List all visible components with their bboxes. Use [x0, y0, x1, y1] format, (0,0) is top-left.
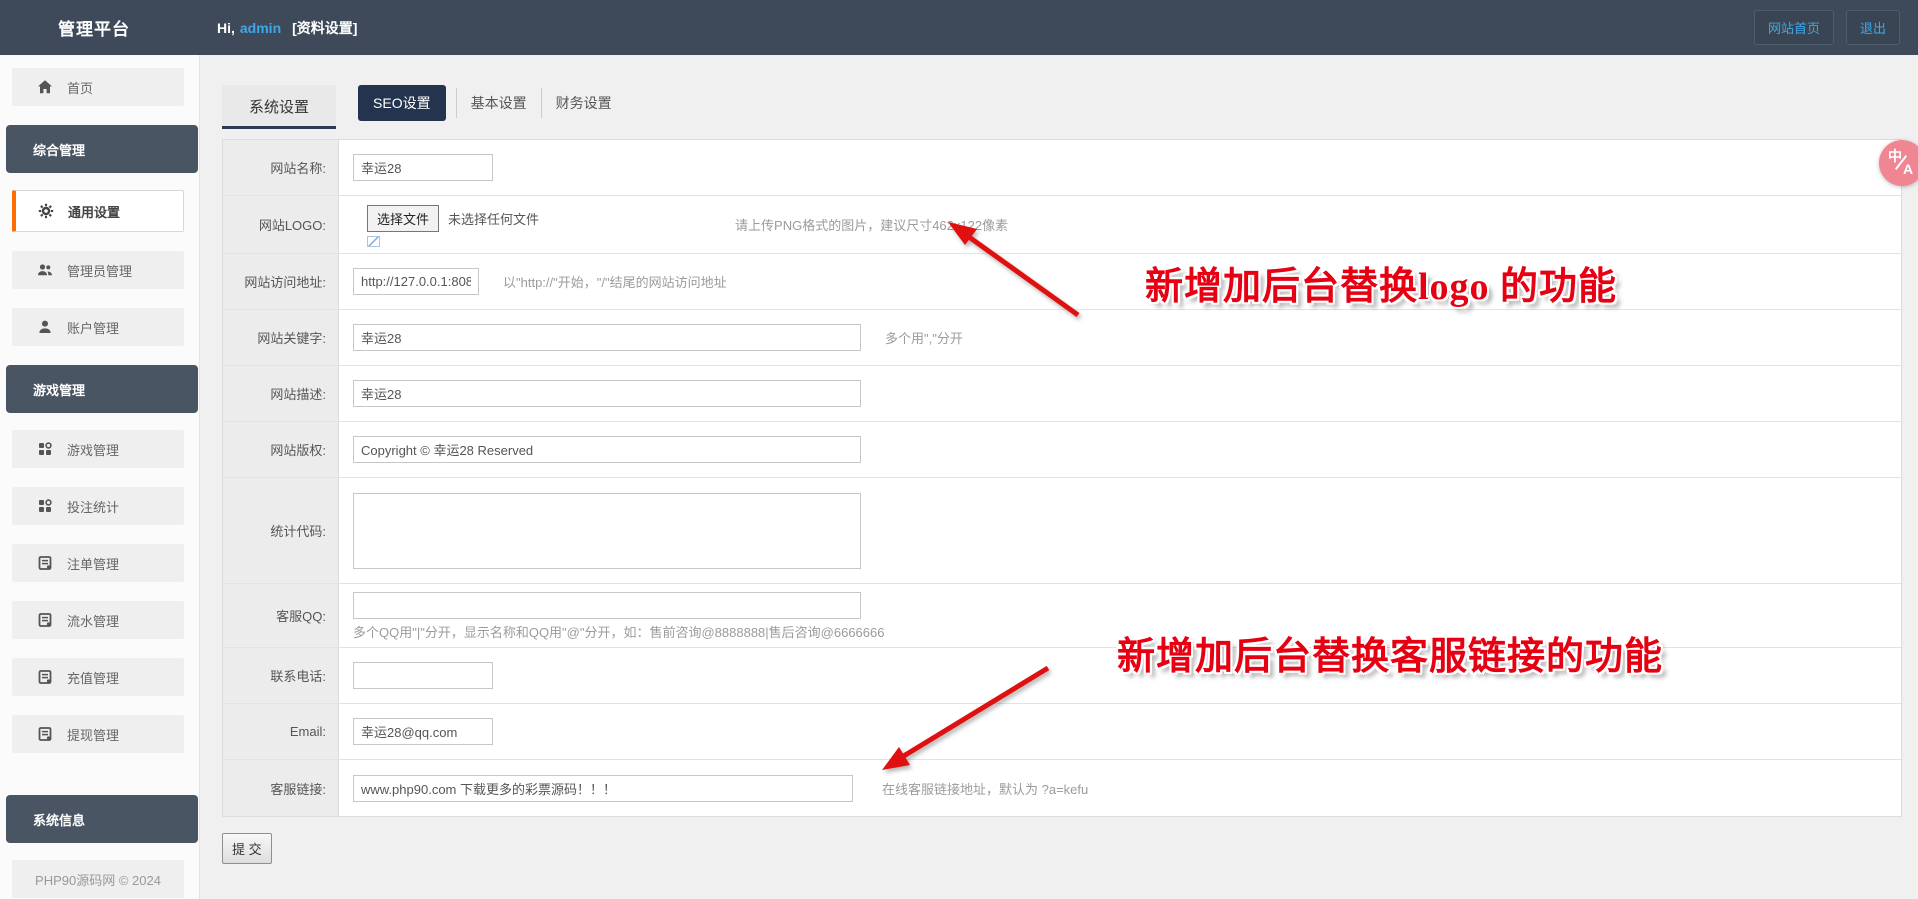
- logo-hint: 请上传PNG格式的图片，建议尺寸462x122像素: [735, 218, 1009, 233]
- sidebar-item-label: 充值管理: [67, 670, 120, 686]
- admin-panel: 管理平台 Hi, admin [资料设置] 网站首页 退出 首页 综合管理 通用…: [0, 0, 1918, 899]
- translate-badge-en: A: [1903, 161, 1914, 177]
- logout-button[interactable]: 退出: [1845, 10, 1900, 45]
- sidebar-item-account-management[interactable]: 账户管理: [12, 308, 184, 346]
- sidebar-section-general[interactable]: 综合管理: [6, 125, 198, 173]
- sidebar-item-label: 首页: [67, 80, 94, 96]
- tab-system-settings[interactable]: 系统设置: [222, 85, 337, 129]
- users-icon: [38, 264, 52, 276]
- sidebar-item-home[interactable]: 首页: [12, 68, 184, 106]
- sidebar-item-label: 投注统计: [67, 499, 120, 515]
- username-link[interactable]: admin: [240, 20, 281, 36]
- form-row-site-url: 网站访问地址: 以"http://"开始，"/"结尾的网站访问地址: [223, 254, 1901, 310]
- keywords-input[interactable]: [353, 324, 861, 351]
- app-title: 管理平台: [58, 20, 130, 39]
- field-label: 网站LOGO:: [223, 196, 339, 253]
- grid-icon: [39, 442, 52, 455]
- stats-code-textarea[interactable]: [353, 492, 861, 569]
- form-row-keywords: 网站关键字: 多个用","分开: [223, 310, 1901, 366]
- form-row-site-name: 网站名称:: [223, 140, 1901, 196]
- email-input[interactable]: [353, 718, 493, 745]
- tab-basic-settings[interactable]: 基本设置: [455, 88, 541, 118]
- sidebar-item-order-management[interactable]: 注单管理: [12, 544, 184, 582]
- sidebar-item-game-management[interactable]: 游戏管理: [12, 430, 184, 468]
- grid-icon: [39, 499, 52, 512]
- field-label: 网站名称:: [223, 140, 339, 195]
- kefu-annotation-text: 新增加后台替换客服链接的功能: [1117, 636, 1664, 678]
- sidebar-section-system-info[interactable]: 系统信息: [6, 795, 198, 843]
- sidebar-item-turnover-management[interactable]: 流水管理: [12, 601, 184, 639]
- field-label: 网站描述:: [223, 366, 339, 421]
- user-greeting: Hi, admin [资料设置]: [217, 18, 357, 38]
- copyright-input[interactable]: [353, 436, 861, 463]
- form-row-service-link: 客服链接: 在线客服链接地址，默认为 ?a=kefu: [223, 760, 1901, 816]
- form-row-email: Email:: [223, 704, 1901, 760]
- sidebar-item-label: 提现管理: [67, 727, 120, 743]
- sidebar: 首页 综合管理 通用设置 管理员管理 账户管理 游戏管理 游戏管理 投注统计 注…: [0, 55, 200, 899]
- sidebar-item-label: 流水管理: [67, 613, 120, 629]
- site-url-input[interactable]: [353, 268, 479, 295]
- site-home-button[interactable]: 网站首页: [1753, 10, 1834, 45]
- greeting-prefix: Hi,: [217, 19, 235, 36]
- service-qq-hint: 多个QQ用"|"分开，显示名称和QQ用"@"分开，如：售前咨询@8888888|…: [353, 625, 885, 640]
- phone-input[interactable]: [353, 662, 493, 689]
- form-row-description: 网站描述:: [223, 366, 1901, 422]
- form-row-stats-code: 统计代码:: [223, 478, 1901, 584]
- top-bar: 管理平台 Hi, admin [资料设置] 网站首页 退出: [0, 0, 1918, 55]
- service-link-hint: 在线客服链接地址，默认为 ?a=kefu: [882, 781, 1089, 797]
- sidebar-section-game[interactable]: 游戏管理: [6, 365, 198, 413]
- sidebar-item-label: 游戏管理: [67, 442, 120, 458]
- user-icon: [39, 320, 51, 333]
- top-actions: 网站首页 退出: [1753, 10, 1900, 45]
- field-label: 网站访问地址:: [223, 254, 339, 309]
- description-input[interactable]: [353, 380, 861, 407]
- main-content: 系统设置 SEO设置 基本设置 财务设置 网站名称: 网站LOGO:: [200, 55, 1918, 899]
- field-label: 统计代码:: [223, 478, 339, 583]
- sidebar-item-admin-management[interactable]: 管理员管理: [12, 251, 184, 289]
- sidebar-item-bet-statistics[interactable]: 投注统计: [12, 487, 184, 525]
- document-icon: [38, 556, 52, 570]
- field-label: Email:: [223, 704, 339, 759]
- file-status-text: 未选择任何文件: [448, 211, 540, 227]
- form-row-site-logo: 网站LOGO: 选择文件 未选择任何文件 请上传PNG格式的图片，建议尺寸462…: [223, 196, 1901, 254]
- keywords-hint: 多个用","分开: [885, 331, 963, 346]
- sidebar-footer-copyright: PHP90源码网 © 2024: [12, 860, 184, 898]
- document-icon: [38, 670, 52, 684]
- field-label: 联系电话:: [223, 648, 339, 703]
- settings-form: 网站名称: 网站LOGO: 选择文件 未选择任何文件: [222, 139, 1902, 817]
- document-icon: [38, 613, 52, 627]
- service-qq-input[interactable]: [353, 592, 861, 619]
- document-icon: [38, 727, 52, 741]
- translate-badge[interactable]: 中 A: [1879, 140, 1918, 186]
- field-label: 客服QQ:: [223, 584, 339, 647]
- choose-file-button[interactable]: 选择文件: [367, 204, 440, 232]
- submit-button[interactable]: 提 交: [222, 833, 272, 864]
- sidebar-item-withdraw-management[interactable]: 提现管理: [12, 715, 184, 753]
- sidebar-item-general-settings[interactable]: 通用设置: [12, 190, 184, 232]
- form-row-copyright: 网站版权:: [223, 422, 1901, 478]
- field-label: 网站版权:: [223, 422, 339, 477]
- tab-bar: 系统设置 SEO设置 基本设置 财务设置: [222, 85, 1902, 129]
- field-label: 客服链接:: [223, 760, 339, 816]
- sidebar-item-recharge-management[interactable]: 充值管理: [12, 658, 184, 696]
- logo-annotation-text: 新增加后台替换logo 的功能: [1145, 266, 1618, 308]
- profile-settings-link[interactable]: [资料设置]: [292, 18, 357, 38]
- field-label: 网站关键字:: [223, 310, 339, 365]
- sidebar-item-label: 通用设置: [68, 204, 121, 220]
- sidebar-item-label: 注单管理: [67, 556, 120, 572]
- site-name-input[interactable]: [353, 154, 493, 181]
- url-hint: 以"http://"开始，"/"结尾的网站访问地址: [503, 275, 727, 290]
- home-icon: [38, 80, 52, 94]
- broken-image-icon: [367, 235, 380, 247]
- tab-seo-settings[interactable]: SEO设置: [358, 85, 446, 121]
- gear-icon: [38, 203, 54, 219]
- sidebar-item-label: 账户管理: [67, 320, 120, 336]
- tab-finance-settings[interactable]: 财务设置: [540, 88, 626, 118]
- service-link-input[interactable]: [353, 774, 853, 802]
- sub-tabs: SEO设置 基本设置 财务设置: [358, 85, 626, 129]
- sidebar-item-label: 管理员管理: [67, 263, 133, 279]
